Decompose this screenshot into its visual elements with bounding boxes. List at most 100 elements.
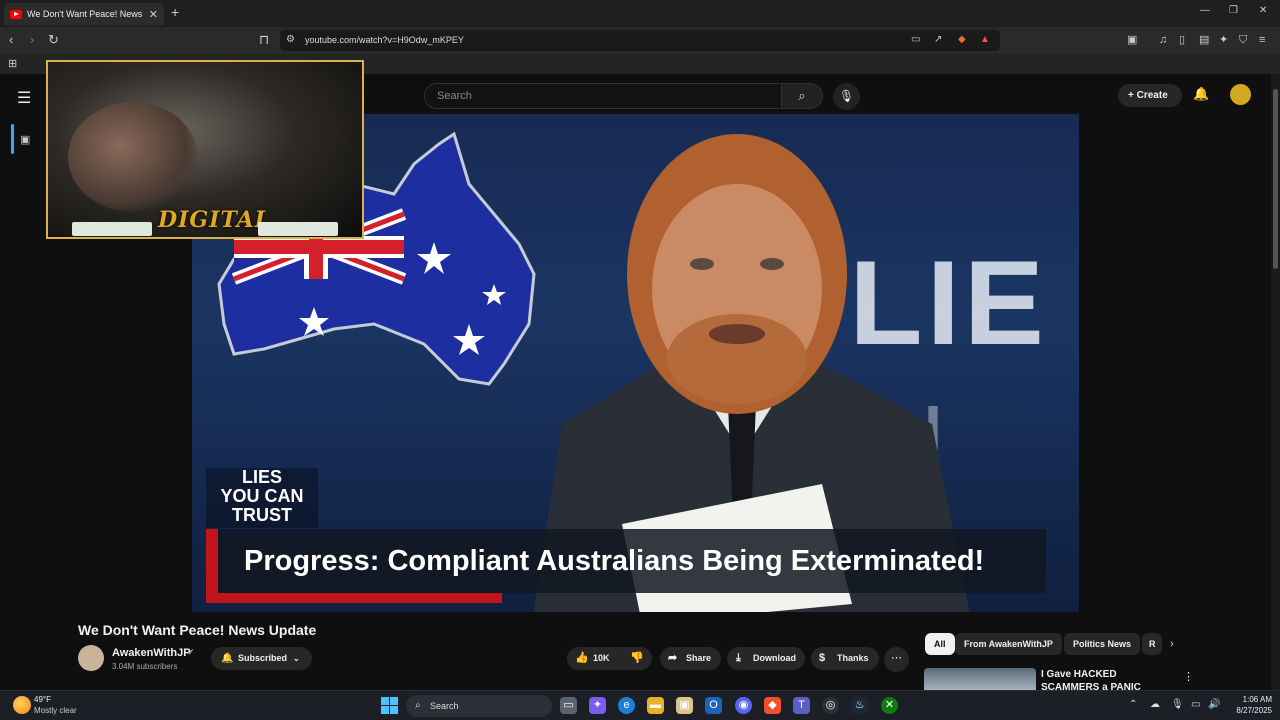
microphone-tray-icon[interactable]: 🎙 bbox=[1171, 699, 1184, 710]
lies-you-can-trust-logo: LIES YOU CAN TRUST bbox=[206, 468, 318, 528]
search-button[interactable]: ⌕ bbox=[781, 83, 823, 109]
bookmark-icon[interactable]: ⊓ bbox=[259, 33, 269, 47]
download-label: Download bbox=[753, 653, 796, 663]
app-icon[interactable]: ◎ bbox=[822, 697, 839, 714]
share-icon: ➦ bbox=[668, 652, 678, 664]
chip-all[interactable]: All bbox=[925, 633, 955, 655]
windows-start-icon[interactable] bbox=[381, 697, 398, 714]
vpn-icon[interactable]: ⛉ bbox=[1239, 33, 1247, 47]
chip-from-channel[interactable]: From AwakenWithJP bbox=[955, 633, 1062, 655]
recommended-video-title[interactable]: I Gave HACKED SCAMMERS a PANIC ATTACK On… bbox=[1041, 668, 1176, 690]
video-title: We Don't Want Peace! News Update bbox=[78, 622, 317, 638]
maximize-icon[interactable]: ❐ bbox=[1229, 5, 1238, 16]
video-caption-text: Progress: Compliant Australians Being Ex… bbox=[244, 545, 985, 577]
file-explorer-icon[interactable]: ▬ bbox=[647, 697, 664, 714]
edge-browser-icon[interactable]: e bbox=[618, 697, 635, 714]
chip-truncated[interactable]: R bbox=[1142, 633, 1162, 655]
brave-shield-icon[interactable]: ◆ bbox=[958, 33, 966, 47]
weather-icon[interactable] bbox=[13, 696, 31, 714]
menu-icon[interactable]: ≡ bbox=[1259, 33, 1265, 47]
browser-nav-bar: ‹ › ↻ ⊓ ⚙ youtube.com/watch?v=H9Odw_mKPE… bbox=[0, 27, 1280, 54]
browser-tab[interactable]: We Don't Want Peace! News ✕ bbox=[4, 3, 164, 25]
share-button[interactable]: ➦ Share bbox=[660, 647, 721, 670]
share-label: Share bbox=[686, 653, 712, 663]
apps-grid-icon[interactable]: ⊞ bbox=[8, 57, 17, 71]
search-input[interactable]: Search bbox=[424, 83, 782, 109]
taskbar-search-icon: ⌕ bbox=[415, 700, 421, 711]
youtube-favicon-icon bbox=[10, 9, 22, 19]
logo-line-2: YOU CAN bbox=[220, 486, 304, 506]
channel-name[interactable]: AwakenWithJP bbox=[112, 647, 191, 659]
weather-temperature: 49°F bbox=[34, 695, 51, 704]
xbox-icon[interactable]: ✕ bbox=[881, 697, 898, 714]
subscription-bell-icon: 🔔 bbox=[221, 653, 234, 664]
copilot-icon[interactable]: ✦ bbox=[589, 697, 606, 714]
thumbs-down-icon: 👎 bbox=[630, 652, 644, 664]
task-view-icon[interactable]: ▭ bbox=[560, 697, 577, 714]
volume-icon[interactable]: 🔊 bbox=[1208, 699, 1220, 710]
webcam-person bbox=[68, 102, 198, 212]
teams-icon[interactable]: T bbox=[793, 697, 810, 714]
brave-rewards-icon[interactable]: ▲ bbox=[980, 33, 990, 47]
network-icon[interactable]: ▭ bbox=[1191, 699, 1200, 710]
forward-icon[interactable]: › bbox=[30, 33, 34, 47]
store-icon[interactable]: ▣ bbox=[676, 697, 693, 714]
page-scrollbar[interactable] bbox=[1271, 74, 1280, 690]
address-bar[interactable]: ⚙ youtube.com/watch?v=H9Odw_mKPEY ▭ ↗ ◆ … bbox=[280, 30, 1000, 51]
recommended-video-thumbnail[interactable] bbox=[924, 668, 1036, 690]
new-tab-button[interactable]: + bbox=[171, 4, 179, 20]
sidebar-item-icon[interactable]: ▣ bbox=[20, 133, 30, 146]
outlook-icon[interactable]: O bbox=[705, 697, 722, 714]
back-icon[interactable]: ‹ bbox=[9, 33, 13, 47]
taskbar-clock[interactable]: 1:06 AM 8/27/2025 bbox=[1228, 694, 1272, 716]
site-settings-icon[interactable]: ⚙ bbox=[286, 33, 295, 47]
taskbar-search-label: Search bbox=[430, 701, 459, 711]
logo-line-1: LIES bbox=[241, 467, 282, 487]
verified-check-icon: ✔ bbox=[187, 647, 195, 657]
voice-search-button[interactable]: 🎙 bbox=[833, 83, 860, 110]
sidebar-toggle-icon[interactable]: ▣ bbox=[1127, 33, 1137, 47]
steam-icon[interactable]: ♨ bbox=[851, 697, 868, 714]
wallet-icon[interactable]: ▤ bbox=[1199, 33, 1209, 47]
like-count: 10K bbox=[593, 653, 610, 663]
chevron-right-icon[interactable]: › bbox=[1170, 638, 1174, 650]
reload-icon[interactable]: ↻ bbox=[48, 33, 59, 47]
recommended-video-menu-icon[interactable]: ⋮ bbox=[1183, 670, 1194, 683]
brave-browser-icon[interactable]: ◆ bbox=[764, 697, 781, 714]
discord-icon[interactable]: ◉ bbox=[735, 697, 752, 714]
leo-ai-icon[interactable]: ✦ bbox=[1219, 33, 1228, 47]
download-button[interactable]: ⤓ Download bbox=[727, 647, 805, 670]
more-actions-icon[interactable]: ⋯ bbox=[884, 647, 909, 672]
chip-politics-news[interactable]: Politics News bbox=[1064, 633, 1141, 655]
thanks-button[interactable]: $ Thanks bbox=[811, 647, 879, 670]
create-button[interactable]: + Create bbox=[1118, 84, 1182, 107]
subscriber-count: 3.04M subscribers bbox=[112, 662, 178, 671]
onedrive-icon[interactable]: ☁ bbox=[1150, 699, 1160, 710]
reading-view-icon[interactable]: ▯ bbox=[1179, 33, 1185, 47]
webcam-overlay[interactable]: DIGITAL bbox=[46, 60, 364, 239]
clock-date: 8/27/2025 bbox=[1236, 706, 1272, 715]
thumbs-up-icon: 👍 bbox=[575, 652, 589, 664]
media-icon[interactable]: ♫ bbox=[1159, 33, 1167, 47]
close-window-icon[interactable]: ✕ bbox=[1259, 5, 1267, 16]
logo-line-3: TRUST bbox=[232, 505, 292, 525]
dislike-button[interactable]: 👎 bbox=[622, 647, 652, 670]
taskbar-search[interactable]: ⌕ Search bbox=[406, 695, 552, 717]
minimize-icon[interactable]: — bbox=[1200, 5, 1210, 16]
sidebar-active-indicator bbox=[11, 124, 14, 154]
thanks-icon: $ bbox=[819, 652, 826, 664]
share-page-icon[interactable]: ↗ bbox=[934, 33, 942, 47]
thanks-label: Thanks bbox=[837, 653, 869, 663]
close-tab-icon[interactable]: ✕ bbox=[149, 8, 158, 21]
guide-menu-icon[interactable]: ☰ bbox=[17, 88, 31, 108]
notifications-bell-icon[interactable]: 🔔 bbox=[1193, 86, 1209, 102]
channel-avatar[interactable] bbox=[78, 645, 104, 671]
tray-overflow-icon[interactable]: ⌃ bbox=[1129, 699, 1137, 710]
clock-time: 1:06 AM bbox=[1242, 695, 1272, 704]
scrollbar-thumb[interactable] bbox=[1273, 89, 1278, 269]
microphone-icon: 🎙 bbox=[838, 89, 855, 103]
url-text: youtube.com/watch?v=H9Odw_mKPEY bbox=[305, 35, 464, 45]
subscribed-button[interactable]: 🔔 Subscribed ⌄ bbox=[211, 647, 312, 670]
cast-icon[interactable]: ▭ bbox=[911, 33, 920, 47]
account-avatar[interactable] bbox=[1230, 84, 1251, 105]
